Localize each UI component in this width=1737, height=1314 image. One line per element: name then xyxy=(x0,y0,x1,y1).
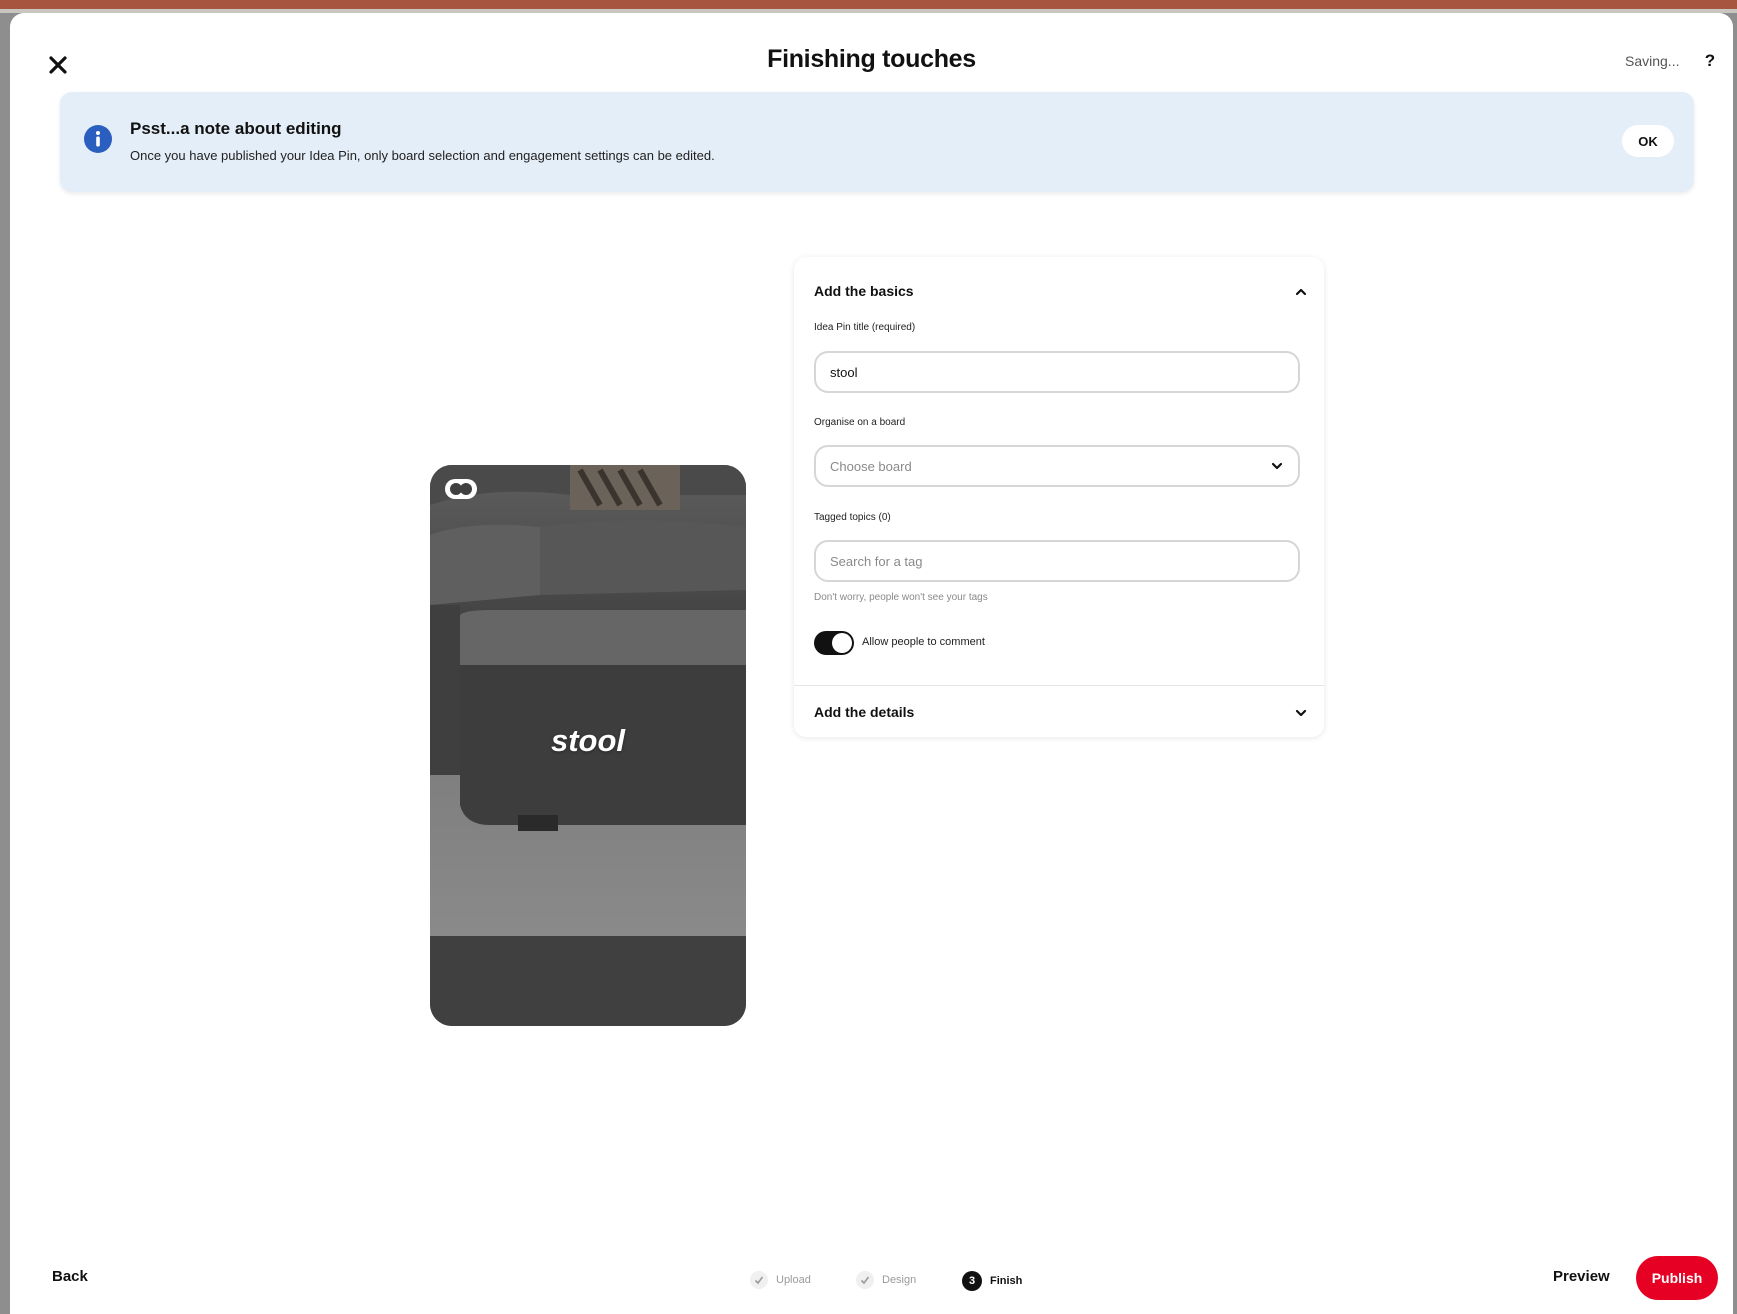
page-title: Finishing touches xyxy=(767,45,976,73)
chevron-down-icon xyxy=(1271,462,1283,470)
allow-comments-toggle[interactable] xyxy=(814,631,854,655)
checkmark-icon xyxy=(856,1271,874,1289)
info-icon xyxy=(84,125,112,153)
toggle-knob xyxy=(832,633,852,653)
board-select-placeholder: Choose board xyxy=(830,458,912,474)
step-upload: Upload xyxy=(750,1271,811,1289)
pin-overlay-text: stool xyxy=(550,723,626,758)
desktop-top-strip xyxy=(0,0,1737,9)
editor-window: Finishing touches Saving... ? Psst...a n… xyxy=(10,13,1733,1314)
add-basics-heading: Add the basics xyxy=(814,283,914,299)
banner-title: Psst...a note about editing xyxy=(130,119,342,138)
allow-comments-label: Allow people to comment xyxy=(862,636,985,648)
step-design: Design xyxy=(856,1271,916,1289)
tags-field-label: Tagged topics (0) xyxy=(814,512,891,523)
preview-button[interactable]: Preview xyxy=(1553,1268,1610,1285)
publish-button[interactable]: Publish xyxy=(1636,1256,1718,1300)
add-details-heading[interactable]: Add the details xyxy=(814,704,914,720)
saving-status: Saving... xyxy=(1625,53,1680,69)
step-label: Finish xyxy=(990,1275,1023,1287)
editing-note-banner: Psst...a note about editing Once you hav… xyxy=(60,92,1694,192)
title-input[interactable] xyxy=(814,351,1300,393)
tags-helper-text: Don't worry, people won't see your tags xyxy=(814,592,988,603)
step-number: 3 xyxy=(962,1271,982,1291)
pin-preview: stool xyxy=(430,465,746,1026)
banner-ok-button[interactable]: OK xyxy=(1622,125,1674,157)
title-field-label: Idea Pin title (required) xyxy=(814,322,916,333)
back-button[interactable]: Back xyxy=(52,1268,88,1285)
board-select[interactable]: Choose board xyxy=(814,445,1300,487)
pin-details-panel: Add the basics Idea Pin title (required)… xyxy=(794,257,1324,737)
pin-type-icon xyxy=(445,479,477,499)
step-label: Upload xyxy=(776,1274,811,1286)
help-button[interactable]: ? xyxy=(1698,49,1722,73)
banner-text: Once you have published your Idea Pin, o… xyxy=(130,148,715,163)
step-label: Design xyxy=(882,1274,917,1286)
section-divider xyxy=(794,685,1324,686)
board-field-label: Organise on a board xyxy=(814,417,906,428)
checkmark-icon xyxy=(750,1271,768,1289)
step-finish: 3 Finish xyxy=(962,1271,1022,1291)
tag-search-input[interactable] xyxy=(814,540,1300,582)
chevron-down-icon[interactable] xyxy=(1294,706,1308,720)
chevron-up-icon[interactable] xyxy=(1294,285,1308,299)
